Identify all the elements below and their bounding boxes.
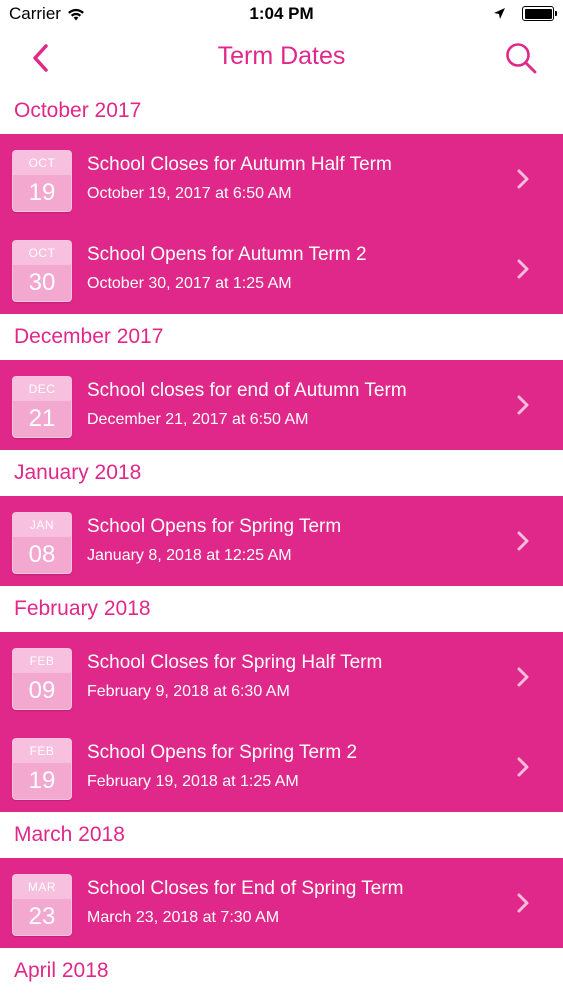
list-item-text: School Opens for Autumn Term 2 October 3… — [87, 242, 503, 295]
section-header: March 2018 — [0, 812, 563, 858]
chevron-right-icon — [515, 755, 531, 779]
event-datetime: October 19, 2017 at 6:50 AM — [87, 185, 292, 202]
list-item-text: School Opens for Spring Term 2 February … — [87, 740, 503, 793]
calendar-day: 23 — [28, 903, 56, 930]
list-item-text: School Closes for Autumn Half Term Octob… — [87, 152, 503, 205]
calendar-month: MAR — [13, 875, 71, 899]
event-datetime: February 9, 2018 at 6:30 AM — [87, 683, 290, 700]
section-header: February 2018 — [0, 586, 563, 632]
calendar-month: DEC — [13, 377, 71, 401]
event-datetime: March 23, 2018 at 7:30 AM — [87, 909, 280, 926]
list-item-text: School closes for end of Autumn Term Dec… — [87, 378, 503, 431]
battery-level — [524, 8, 552, 19]
calendar-month: JAN — [13, 513, 71, 537]
section-rows: DEC 21 School closes for end of Autumn T… — [0, 360, 563, 450]
section-header: December 2017 — [0, 314, 563, 360]
calendar-date-icon: MAR 23 — [12, 874, 72, 936]
event-title: School Opens for Spring Term 2 — [87, 742, 358, 763]
list-item[interactable]: JAN 08 School Opens for Spring Term Janu… — [0, 496, 563, 586]
list-item[interactable]: DEC 21 School closes for end of Autumn T… — [0, 360, 563, 450]
chevron-right-icon — [515, 891, 531, 915]
section-october-2017: October 2017 OCT 19 School Closes for Au… — [0, 88, 563, 314]
section-header: January 2018 — [0, 450, 563, 496]
calendar-month: OCT — [13, 241, 71, 265]
event-datetime: October 30, 2017 at 1:25 AM — [87, 275, 292, 292]
section-header: October 2017 — [0, 88, 563, 134]
event-title: School Opens for Autumn Term 2 — [87, 244, 367, 265]
event-title: School Opens for Spring Term — [87, 516, 342, 537]
calendar-date-icon: OCT 19 — [12, 150, 72, 212]
calendar-date-icon: FEB 19 — [12, 738, 72, 800]
term-dates-list[interactable]: October 2017 OCT 19 School Closes for Au… — [0, 88, 563, 994]
calendar-date-icon: FEB 09 — [12, 648, 72, 710]
event-title: School Closes for Spring Half Term — [87, 652, 383, 673]
search-icon — [506, 43, 537, 74]
chevron-right-icon — [515, 167, 531, 191]
list-item-text: School Closes for End of Spring Term Mar… — [87, 876, 503, 929]
navigation-bar: Term Dates — [0, 30, 563, 86]
calendar-month: OCT — [13, 151, 71, 175]
calendar-day: 30 — [28, 269, 56, 296]
chevron-right-icon — [515, 529, 531, 553]
calendar-day: 19 — [28, 179, 56, 206]
event-title: School closes for end of Autumn Term — [87, 380, 407, 401]
list-item[interactable]: FEB 19 School Opens for Spring Term 2 Fe… — [0, 722, 563, 812]
event-datetime: February 19, 2018 at 1:25 AM — [87, 773, 299, 790]
event-datetime: January 8, 2018 at 12:25 AM — [87, 547, 292, 564]
status-time: 1:04 PM — [249, 4, 314, 23]
battery-icon — [522, 6, 557, 21]
status-bar: Carrier 1:04 PM — [0, 0, 563, 30]
event-title: School Closes for Autumn Half Term — [87, 154, 392, 175]
calendar-day: 19 — [28, 767, 56, 794]
chevron-right-icon — [515, 665, 531, 689]
chevron-right-icon — [515, 257, 531, 281]
section-header: April 2018 — [0, 948, 563, 994]
list-item[interactable]: OCT 19 School Closes for Autumn Half Ter… — [0, 134, 563, 224]
calendar-day: 21 — [28, 405, 56, 432]
section-january-2018: January 2018 JAN 08 School Opens for Spr… — [0, 450, 563, 586]
list-item[interactable]: OCT 30 School Opens for Autumn Term 2 Oc… — [0, 224, 563, 314]
section-rows: FEB 09 School Closes for Spring Half Ter… — [0, 632, 563, 812]
search-button[interactable] — [501, 38, 541, 78]
section-december-2017: December 2017 DEC 21 School closes for e… — [0, 314, 563, 450]
list-item[interactable]: FEB 09 School Closes for Spring Half Ter… — [0, 632, 563, 722]
section-march-2018: March 2018 MAR 23 School Closes for End … — [0, 812, 563, 948]
section-february-2018: February 2018 FEB 09 School Closes for S… — [0, 586, 563, 812]
page-title: Term Dates — [217, 42, 346, 70]
section-april-2018: April 2018 — [0, 948, 563, 994]
list-item-text: School Closes for Spring Half Term Febru… — [87, 650, 503, 703]
section-rows: JAN 08 School Opens for Spring Term Janu… — [0, 496, 563, 586]
calendar-day: 09 — [28, 677, 56, 704]
list-item-text: School Opens for Spring Term January 8, … — [87, 514, 503, 567]
status-right-icons — [493, 6, 557, 21]
location-arrow-icon — [494, 8, 505, 19]
calendar-date-icon: DEC 21 — [12, 376, 72, 438]
list-item[interactable]: MAR 23 School Closes for End of Spring T… — [0, 858, 563, 948]
calendar-date-icon: OCT 30 — [12, 240, 72, 302]
event-datetime: December 21, 2017 at 6:50 AM — [87, 411, 309, 428]
calendar-month: FEB — [13, 649, 71, 673]
section-rows: OCT 19 School Closes for Autumn Half Ter… — [0, 134, 563, 314]
chevron-right-icon — [515, 393, 531, 417]
calendar-month: FEB — [13, 739, 71, 763]
event-title: School Closes for End of Spring Term — [87, 878, 404, 899]
calendar-day: 08 — [28, 541, 56, 568]
calendar-date-icon: JAN 08 — [12, 512, 72, 574]
section-rows: MAR 23 School Closes for End of Spring T… — [0, 858, 563, 948]
